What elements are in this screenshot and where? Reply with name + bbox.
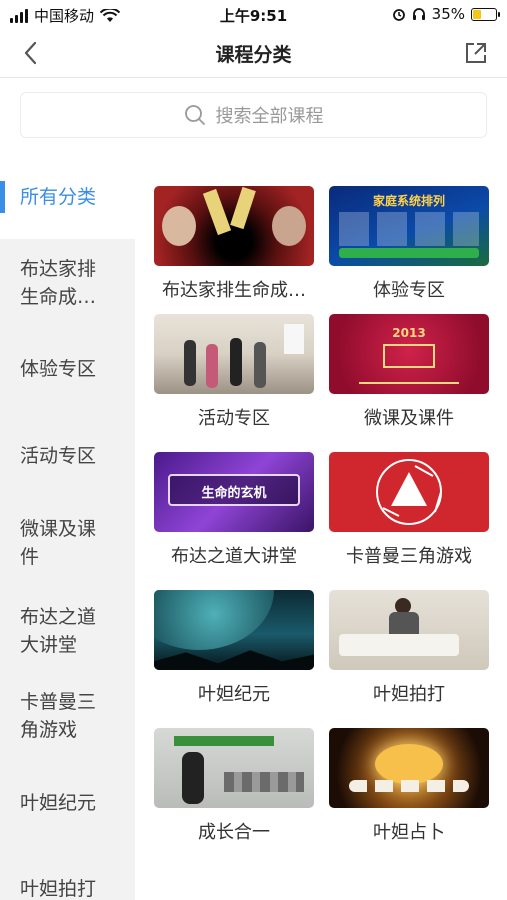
course-thumbnail — [329, 728, 489, 808]
search-icon — [184, 105, 205, 125]
course-card[interactable]: 叶妲拍打 — [329, 590, 489, 706]
course-thumbnail — [329, 452, 489, 532]
course-card[interactable]: 2013 微课及课件 — [329, 314, 489, 430]
course-title: 布达之道大讲堂 — [171, 546, 297, 567]
sidebar-item-karpman[interactable]: 卡普曼三角游戏 — [0, 688, 135, 744]
search-input[interactable]: 搜索全部课程 — [20, 92, 487, 138]
course-card[interactable]: 叶妲纪元 — [154, 590, 314, 706]
battery-icon — [471, 7, 500, 21]
page-title: 课程分类 — [215, 44, 292, 66]
sidebar-item-label: 叶妲拍打 — [20, 878, 97, 900]
sidebar-item-label: 布达之道大讲堂 — [20, 606, 97, 656]
course-thumbnail — [154, 314, 314, 394]
sidebar-item-experience[interactable]: 体验专区 — [0, 355, 135, 383]
sidebar-item-buda-family[interactable]: 布达家排生命成… — [0, 255, 135, 311]
course-card[interactable]: 布达家排生命成… — [154, 186, 314, 302]
course-thumbnail — [329, 590, 489, 670]
thumb-caption: 生命的玄机 — [201, 486, 267, 501]
course-card[interactable]: 家庭系统排列 体验专区 — [329, 186, 489, 302]
course-card[interactable]: 活动专区 — [154, 314, 314, 430]
course-title: 叶妲拍打 — [373, 684, 445, 705]
alarm-icon — [392, 9, 405, 21]
course-title: 成长合一 — [198, 822, 270, 843]
active-indicator — [0, 181, 5, 213]
course-title: 布达家排生命成… — [162, 280, 306, 301]
search-placeholder: 搜索全部课程 — [215, 106, 324, 127]
course-thumbnail — [154, 590, 314, 670]
thumb-caption: 2013 — [392, 326, 426, 340]
course-title: 体验专区 — [373, 280, 445, 301]
category-sidebar: 所有分类 布达家排生命成… 体验专区 活动专区 微课及课件 布达之道大讲堂 卡普… — [0, 155, 135, 900]
course-title: 卡普曼三角游戏 — [346, 546, 472, 567]
sidebar-item-label: 卡普曼三角游戏 — [20, 691, 97, 741]
course-thumbnail: 2013 — [329, 314, 489, 394]
sidebar-item-label: 布达家排生命成… — [20, 258, 97, 308]
sidebar-item-activity[interactable]: 活动专区 — [0, 442, 135, 470]
sidebar-item-microclass[interactable]: 微课及课件 — [0, 515, 135, 571]
course-card[interactable]: 叶妲占卜 — [329, 728, 489, 844]
sidebar-item-yeda-pat[interactable]: 叶妲拍打 — [0, 875, 135, 900]
course-title: 叶妲占卜 — [373, 822, 445, 843]
nav-bar: 课程分类 — [0, 28, 507, 78]
share-icon[interactable] — [463, 40, 489, 66]
thumb-caption: 家庭系统排列 — [372, 194, 445, 208]
course-card[interactable]: 生命的玄机 布达之道大讲堂 — [154, 452, 314, 568]
sidebar-item-label: 活动专区 — [20, 445, 97, 467]
course-thumbnail: 家庭系统排列 — [329, 186, 489, 266]
course-thumbnail — [154, 186, 314, 266]
course-card[interactable]: 成长合一 — [154, 728, 314, 844]
sidebar-item-label: 体验专区 — [20, 358, 97, 380]
course-title: 活动专区 — [198, 408, 270, 429]
sidebar-item-label: 微课及课件 — [20, 518, 97, 568]
sidebar-item-label: 所有分类 — [20, 186, 97, 208]
battery-percent: 35% — [431, 5, 465, 23]
course-card[interactable]: 卡普曼三角游戏 — [329, 452, 489, 568]
status-bar: 中国移动 上午9:51 35% — [0, 0, 507, 28]
headphones-icon — [412, 8, 425, 20]
course-thumbnail — [154, 728, 314, 808]
sidebar-item-label: 叶妲纪元 — [20, 792, 97, 814]
course-title: 叶妲纪元 — [198, 684, 270, 705]
sidebar-item-yeda-era[interactable]: 叶妲纪元 — [0, 789, 135, 817]
sidebar-item-all[interactable]: 所有分类 — [0, 155, 135, 239]
course-title: 微课及课件 — [364, 408, 454, 429]
course-thumbnail: 生命的玄机 — [154, 452, 314, 532]
triangle-diagram-icon — [376, 459, 442, 525]
sidebar-item-lecture[interactable]: 布达之道大讲堂 — [0, 603, 135, 659]
